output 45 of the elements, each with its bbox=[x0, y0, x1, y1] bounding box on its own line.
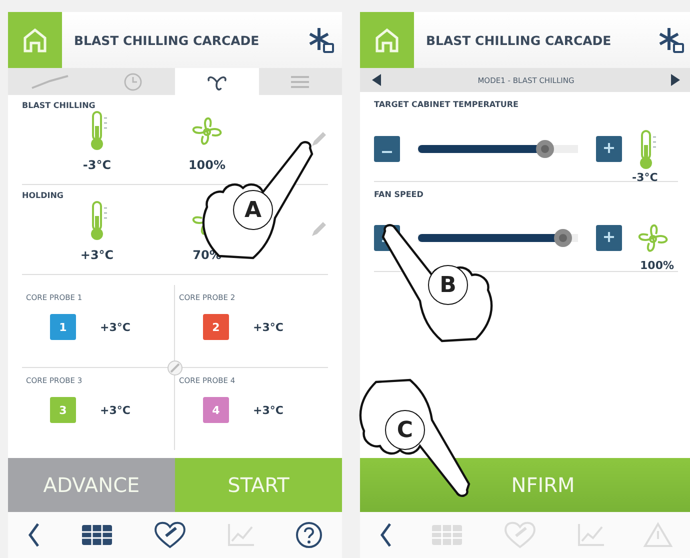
setting-title: TARGET CABINET TEMPERATURE bbox=[374, 100, 520, 109]
back-icon[interactable] bbox=[378, 522, 393, 548]
slider-thumb[interactable] bbox=[536, 140, 554, 158]
probe-badge: 1 bbox=[50, 314, 76, 340]
screen-title: BLAST CHILLING CARCADE bbox=[73, 32, 260, 48]
probe-temperature: +3°C bbox=[100, 404, 130, 416]
probe-temperature: +3°C bbox=[100, 320, 130, 334]
snowflake-icon bbox=[308, 26, 334, 54]
fan-speed-value: 100% bbox=[188, 158, 226, 172]
probe-temperature: +3°C bbox=[253, 404, 284, 416]
next-icon[interactable] bbox=[670, 74, 680, 86]
snowflake-icon bbox=[658, 26, 684, 54]
advance-button[interactable]: ADVANCE bbox=[8, 458, 175, 512]
plus-icon bbox=[604, 142, 614, 152]
screen-title: BLAST CHILLING CARCADE bbox=[425, 32, 612, 48]
plus-icon bbox=[604, 232, 614, 242]
section-title: BLAST CHILLING bbox=[22, 101, 96, 110]
section-title: HOLDING bbox=[22, 191, 64, 200]
probe-badge: 3 bbox=[50, 397, 76, 423]
probe-badge: 4 bbox=[203, 397, 229, 423]
temperature-value: +3°C bbox=[80, 248, 114, 262]
previous-icon[interactable] bbox=[372, 74, 382, 86]
plus-button[interactable] bbox=[596, 224, 622, 250]
help-icon[interactable] bbox=[294, 521, 323, 549]
home-icon bbox=[22, 27, 48, 53]
heart-icon[interactable] bbox=[152, 520, 188, 550]
minus-icon bbox=[382, 150, 392, 152]
minus-button[interactable] bbox=[374, 136, 400, 162]
tab[interactable] bbox=[175, 68, 258, 95]
setting-title: FAN SPEED bbox=[374, 190, 424, 199]
back-icon[interactable] bbox=[27, 522, 42, 548]
clock-icon bbox=[123, 72, 144, 92]
probe-temperature: +3°C bbox=[253, 320, 284, 334]
plus-button[interactable] bbox=[596, 136, 622, 162]
temperature-value: -3°C bbox=[82, 158, 112, 172]
slider-thumb[interactable] bbox=[554, 228, 572, 246]
home-icon bbox=[374, 27, 400, 53]
probe-badge: 2 bbox=[203, 314, 229, 340]
table-icon[interactable] bbox=[80, 522, 114, 548]
setting-value: -3°C bbox=[632, 171, 658, 184]
confirm-button[interactable]: NFIRM bbox=[360, 458, 690, 512]
graph-icon bbox=[30, 74, 70, 88]
start-button[interactable]: START bbox=[175, 458, 342, 512]
list-icon bbox=[290, 74, 310, 88]
setting-value: 100% bbox=[640, 259, 674, 272]
